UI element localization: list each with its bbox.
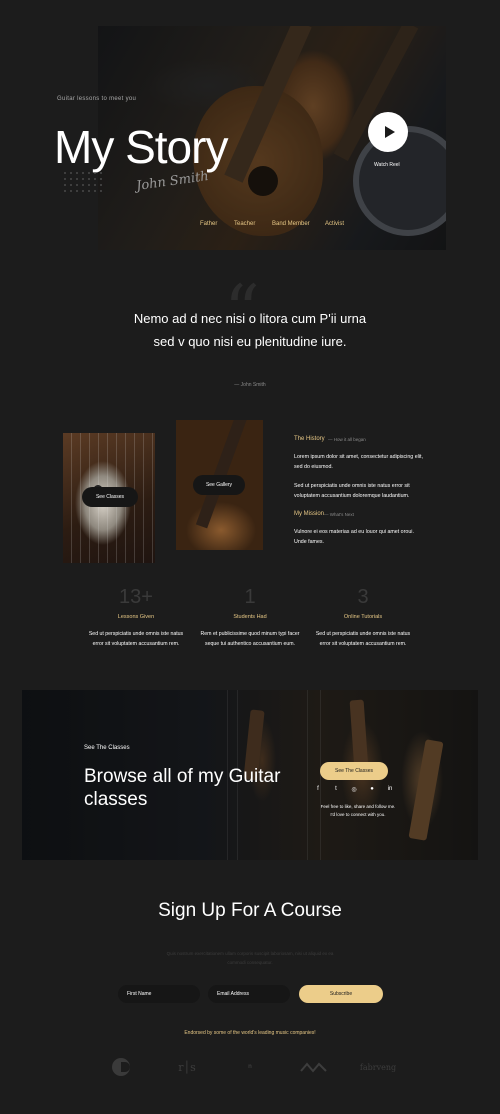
quote-text: Nemo ad d nec nisi o litora cum P'ii urn… xyxy=(133,311,367,349)
stat-number: 1 xyxy=(244,586,256,608)
first-name-field[interactable]: First Name xyxy=(118,985,200,1003)
hero-kicker: Guitar lessons to meet you xyxy=(57,96,137,102)
tag-band-member[interactable]: Band Member xyxy=(272,221,310,227)
quote-author: — John Smith xyxy=(234,382,266,388)
mission-heading: My Mission xyxy=(294,511,325,517)
stat-number: 13+ xyxy=(119,586,153,608)
partner-logo-5: fabrveng xyxy=(359,1062,397,1072)
linkedin-icon[interactable]: in xyxy=(386,785,394,793)
mission-paragraph: Vulnore ei eos materias ad eu louor qui … xyxy=(294,529,414,545)
play-icon xyxy=(384,126,395,138)
partner-logo-2: r│s xyxy=(178,1060,196,1074)
history-subheading: — How it all began xyxy=(328,437,366,442)
stat-label: Lessons Given xyxy=(117,614,155,620)
stat-label: Online Tutorials xyxy=(343,614,383,620)
endorsement-text: Endorsed by some of the world's leading … xyxy=(184,1030,316,1036)
partner-logo-1 xyxy=(110,1058,132,1076)
mission-subheading: — What's Next xyxy=(324,512,354,517)
tag-teacher[interactable]: Teacher xyxy=(234,221,255,227)
email-field[interactable]: Email Address xyxy=(208,985,290,1003)
stat-description: Sed ut perspiciatis unde omnis iste natu… xyxy=(88,631,184,647)
history-paragraph-1: Lorem ipsum dolor sit amet, consectetur … xyxy=(294,454,423,470)
stat-description: Sed ut perspiciatis unde omnis iste natu… xyxy=(315,631,411,647)
banner-kicker: See The Classes xyxy=(84,745,130,751)
banner-title: Browse all of my Guitar classes xyxy=(84,766,281,810)
watch-reel-label: Watch Reel xyxy=(374,162,400,168)
tag-activist[interactable]: Activist xyxy=(325,221,344,227)
see-classes-button[interactable]: See Classes xyxy=(82,487,138,507)
twitter-icon[interactable]: t xyxy=(332,785,340,793)
see-gallery-button[interactable]: See Gallery xyxy=(193,475,245,495)
signup-description: Quis nostrum exercitationem ullam corpor… xyxy=(166,951,334,965)
instagram-icon[interactable]: ◎ xyxy=(350,785,358,793)
partner-logo-3: n xyxy=(248,1064,252,1070)
stat-description: Rem et publicissime quod minum typi face… xyxy=(200,631,300,647)
dot-pattern xyxy=(62,170,102,194)
tag-father[interactable]: Father xyxy=(200,221,217,227)
stat-label: Students Had xyxy=(233,614,267,620)
partner-logo-4 xyxy=(300,1058,328,1076)
history-heading: The History xyxy=(294,436,325,442)
subscribe-button[interactable]: Subscribe xyxy=(299,985,383,1003)
history-paragraph-2: Sed ut perspiciatis unde omnis iste natu… xyxy=(294,483,410,499)
social-note: Feel free to like, share and follow me. … xyxy=(320,804,396,817)
stat-number: 3 xyxy=(357,586,369,608)
signup-title: Sign Up For A Course xyxy=(158,900,342,921)
play-button[interactable] xyxy=(368,112,408,152)
facebook-icon[interactable]: f xyxy=(314,785,322,793)
spotify-icon[interactable]: ● xyxy=(368,785,376,793)
page-title: My Story xyxy=(54,121,228,173)
see-the-classes-button[interactable]: See The Classes xyxy=(320,762,388,780)
